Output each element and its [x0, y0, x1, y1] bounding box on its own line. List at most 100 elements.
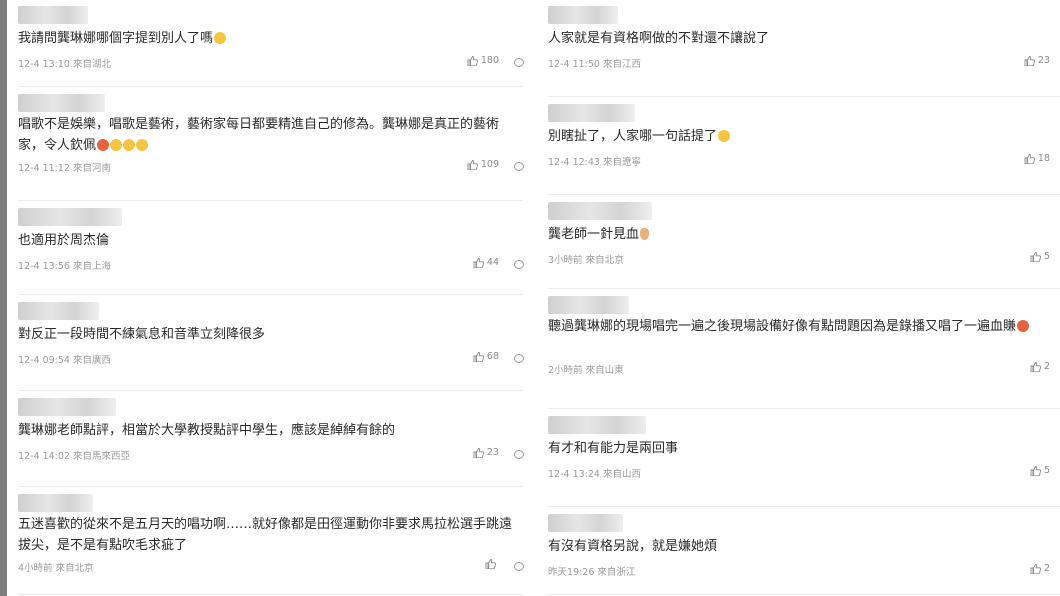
reply-bubble-icon[interactable] — [514, 354, 524, 363]
comment-card: 龔琳娜老師點評，相當於大學教授點評中學生，應該是綽綽有餘的 12-4 14:02 … — [7, 392, 533, 488]
comment-time: 4小時前 — [18, 563, 53, 574]
reply-bubble-icon[interactable] — [514, 450, 524, 459]
comment-text-content: 龔老師一針見血 — [548, 227, 640, 242]
comment-card: 有才和有能力是兩回事 12-4 13:24 來自山西 5 — [541, 410, 1060, 508]
comment-text: 對反正一段時間不練氣息和音準立刻降很多 — [18, 324, 523, 345]
avatar-username-blurred[interactable] — [548, 514, 623, 532]
comment-text: 五迷喜歡的從來不是五月天的唱功啊……就好像都是田徑運動你非要求馬拉松選手跳遠拔尖… — [18, 514, 523, 556]
avatar-username-blurred[interactable] — [18, 208, 122, 226]
comment-location: 來自河南 — [73, 163, 112, 174]
avatar-username-blurred[interactable] — [548, 416, 646, 434]
comment-location: 來自北京 — [55, 563, 94, 574]
comment-text-content: 有才和有能力是兩回事 — [548, 441, 679, 456]
like-button[interactable] — [485, 559, 499, 569]
comment-divider — [548, 506, 1060, 507]
avatar-username-blurred[interactable] — [548, 202, 652, 220]
like-count: 23 — [1037, 55, 1050, 66]
like-button[interactable]: 23 — [473, 447, 499, 458]
comment-text: 也適用於周杰倫 — [18, 230, 523, 251]
avatar-username-blurred[interactable] — [18, 6, 88, 24]
comment-time: 昨天19:26 — [548, 567, 595, 578]
left-edge-strip — [0, 0, 7, 596]
comment-text: 別瞎扯了，人家哪一句話提了 — [548, 126, 1060, 147]
avatar-username-blurred[interactable] — [548, 296, 629, 314]
comment-location: 來自上海 — [73, 261, 112, 272]
like-button[interactable]: 5 — [1030, 251, 1050, 262]
comment-text-content: 有沒有資格另說，就是嫌她煩 — [548, 539, 718, 554]
comment-card: 對反正一段時間不練氣息和音準立刻降很多 12-4 09:54 來自廣西 68 — [7, 296, 533, 392]
avatar-username-blurred[interactable] — [548, 104, 635, 122]
like-count: 2 — [1043, 361, 1050, 372]
comment-text-content: 聽過龔琳娜的現場唱完一遍之後現場設備好像有點問題因為是錄播又唱了一遍血賺 — [548, 319, 1017, 334]
comment-card: 有沒有資格另說，就是嫌她煩 昨天19:26 來自浙江 2 — [541, 508, 1060, 596]
reply-bubble-icon[interactable] — [514, 162, 524, 171]
like-button[interactable]: 109 — [467, 159, 499, 170]
comment-divider — [548, 194, 1060, 195]
comment-text-content: 對反正一段時間不練氣息和音準立刻降很多 — [18, 327, 266, 342]
comment-location: 來自山東 — [585, 365, 624, 376]
avatar-username-blurred[interactable] — [18, 398, 116, 416]
comment-text: 人家就是有資格啊做的不對還不讓說了 — [548, 28, 1060, 49]
comment-text: 有沒有資格另說，就是嫌她煩 — [548, 536, 1060, 557]
comment-meta: 昨天19:26 來自浙江 — [548, 564, 635, 578]
comment-meta: 12-4 12:43 來自遼寧 — [548, 154, 641, 168]
like-button[interactable]: 23 — [1024, 55, 1050, 66]
comment-divider — [548, 408, 1060, 409]
comment-location: 來自馬來西亞 — [73, 451, 131, 462]
like-count: 109 — [480, 159, 499, 170]
comment-meta: 2小時前 來自山東 — [548, 362, 624, 376]
comment-location: 來自北京 — [585, 255, 624, 266]
like-count: 23 — [486, 447, 499, 458]
comment-location: 來自江西 — [603, 59, 642, 70]
comment-text: 聽過龔琳娜的現場唱完一遍之後現場設備好像有點問題因為是錄播又唱了一遍血賺 — [548, 316, 1060, 337]
comment-divider — [18, 86, 523, 87]
comment-location: 來自山西 — [603, 469, 642, 480]
comment-location: 來自廣西 — [73, 355, 112, 366]
comment-meta: 12-4 09:54 來自廣西 — [18, 352, 111, 366]
reply-bubble-icon[interactable] — [514, 260, 524, 269]
comment-divider — [548, 594, 1060, 595]
avatar-username-blurred[interactable] — [18, 94, 105, 112]
comment-card: 聽過龔琳娜的現場唱完一遍之後現場設備好像有點問題因為是錄播又唱了一遍血賺 2小時前… — [541, 290, 1060, 410]
like-button[interactable]: 5 — [1030, 465, 1050, 476]
like-count: 2 — [1043, 563, 1050, 574]
comment-location: 來自浙江 — [597, 567, 636, 578]
comment-time: 12-4 12:43 — [548, 157, 600, 168]
like-button[interactable]: 44 — [473, 257, 499, 268]
avatar-username-blurred[interactable] — [548, 6, 618, 24]
comment-divider — [18, 390, 523, 391]
like-count: 5 — [1043, 251, 1050, 262]
reply-bubble-icon[interactable] — [514, 562, 524, 571]
comment-time: 3小時前 — [548, 255, 583, 266]
comment-time: 12-4 11:50 — [548, 59, 600, 70]
thumbs-up-icon — [1030, 563, 1041, 574]
like-count: 68 — [486, 351, 499, 362]
comment-text-content: 也適用於周杰倫 — [18, 233, 110, 248]
comment-time: 12-4 11:12 — [18, 163, 70, 174]
like-button[interactable]: 2 — [1030, 563, 1050, 574]
comment-text-content: 龔琳娜老師點評，相當於大學教授點評中學生，應該是綽綽有餘的 — [18, 423, 396, 438]
like-button[interactable]: 2 — [1030, 361, 1050, 372]
hand-emoji-icon — [640, 228, 650, 240]
thumbs-up-icon — [1024, 55, 1035, 66]
thumbs-up-icon — [473, 257, 484, 268]
right-comment-column: 人家就是有資格啊做的不對還不讓說了 12-4 11:50 來自江西 23 別瞎扯了，人… — [541, 0, 1060, 596]
like-button[interactable]: 180 — [467, 55, 499, 66]
comment-text-content: 人家就是有資格啊做的不對還不讓說了 — [548, 31, 770, 46]
comment-card: 五迷喜歡的從來不是五月天的唱功啊……就好像都是田徑運動你非要求馬拉松選手跳遠拔尖… — [7, 488, 533, 596]
thumbs-up-icon — [1024, 153, 1035, 164]
avatar-username-blurred[interactable] — [18, 302, 99, 320]
avatar-username-blurred[interactable] — [18, 494, 93, 512]
like-button[interactable]: 18 — [1024, 153, 1050, 164]
thumbs-up-icon — [1030, 361, 1041, 372]
comment-divider — [18, 594, 523, 595]
comment-text: 唱歌不是娛樂，唱歌是藝術，藝術家每日都要精進自己的修為。龔琳娜是真正的藝術家，令… — [18, 114, 523, 156]
like-button[interactable]: 68 — [473, 351, 499, 362]
comment-divider — [548, 96, 1060, 97]
face-emoji-icon — [718, 130, 731, 142]
like-count: 44 — [486, 257, 499, 268]
thumbs-up-icon — [485, 559, 496, 569]
thumbs-up-icon — [473, 351, 484, 362]
comment-text-content: 唱歌不是娛樂，唱歌是藝術，藝術家每日都要精進自己的修為。龔琳娜是真正的藝術家，令… — [18, 117, 500, 153]
reply-bubble-icon[interactable] — [514, 58, 524, 67]
